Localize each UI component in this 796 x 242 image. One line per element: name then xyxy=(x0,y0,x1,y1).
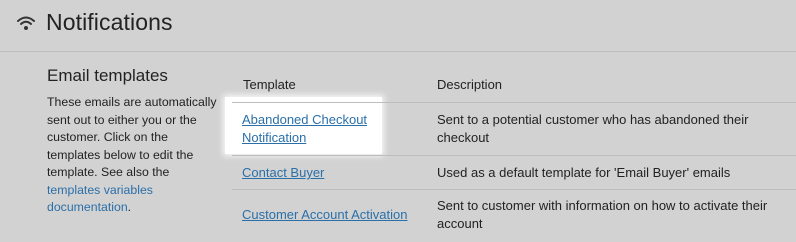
template-cell: Contact Buyer xyxy=(242,164,324,182)
template-link-contact-buyer[interactable]: Contact Buyer xyxy=(242,165,324,180)
template-link-customer-account-activation[interactable]: Customer Account Activation xyxy=(242,207,407,222)
wifi-icon xyxy=(17,16,35,30)
description-cell: Used as a default template for 'Email Bu… xyxy=(437,165,731,180)
template-cell: Abandoned Checkout Notification xyxy=(242,111,392,147)
template-cell: Customer Account Activation xyxy=(242,206,407,224)
column-header-description: Description xyxy=(437,77,503,92)
section-description: These emails are automatically sent out … xyxy=(47,94,219,217)
email-templates-info: Email templates These emails are automat… xyxy=(47,66,219,217)
page-title: Notifications xyxy=(46,9,173,35)
template-variables-doc-link[interactable]: templates variables documentation xyxy=(47,183,153,215)
template-link-abandoned-checkout[interactable]: Abandoned Checkout Notification xyxy=(242,112,367,145)
description-cell: Sent to customer with information on how… xyxy=(437,198,768,231)
section-heading: Email templates xyxy=(47,66,168,85)
templates-table: Template Description Abandoned Checkout … xyxy=(232,70,796,242)
table-row: Abandoned Checkout Notification Sent to … xyxy=(232,103,796,156)
table-row: Customer Account Activation Sent to cust… xyxy=(232,190,796,242)
description-cell: Sent to a potential customer who has aba… xyxy=(437,112,749,145)
column-header-template: Template xyxy=(243,77,296,92)
table-row: Contact Buyer Used as a default template… xyxy=(232,156,796,190)
table-header: Template Description xyxy=(232,70,796,103)
page-header: Notifications xyxy=(0,0,796,52)
description-text: These emails are automatically sent out … xyxy=(47,95,217,179)
description-trailing: . xyxy=(127,200,132,214)
